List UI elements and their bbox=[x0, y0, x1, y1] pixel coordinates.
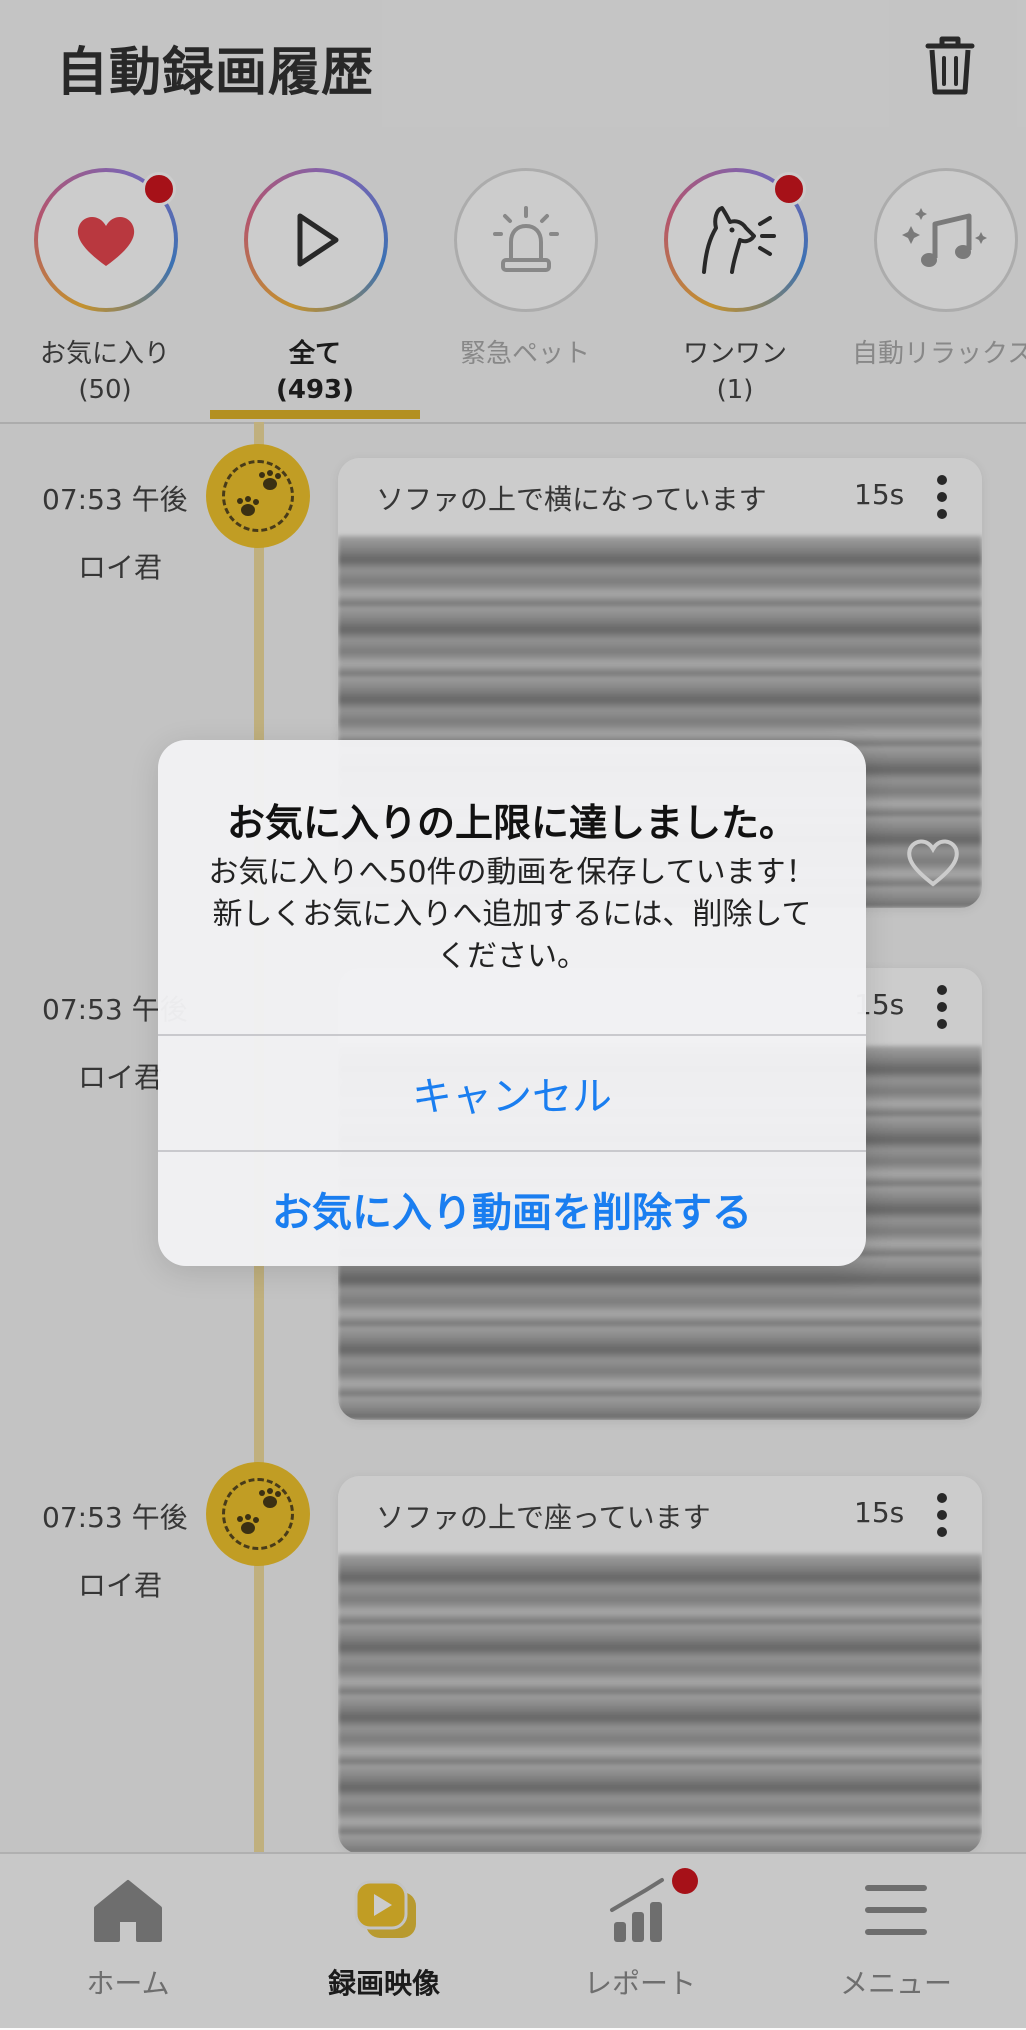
divider bbox=[158, 1034, 866, 1036]
favorites-limit-dialog: お気に入りの上限に達しました。 お気に入りへ50件の動画を保存しています！新しく… bbox=[158, 740, 866, 1266]
divider bbox=[158, 1150, 866, 1152]
dialog-message: お気に入りへ50件の動画を保存しています！新しくお気に入りへ追加するには、削除し… bbox=[208, 855, 816, 974]
delete-favorites-button[interactable]: お気に入り動画を削除する bbox=[158, 1180, 866, 1238]
cancel-button[interactable]: キャンセル bbox=[158, 1064, 866, 1122]
dialog-title: お気に入りの上限に達しました。 bbox=[226, 801, 797, 845]
